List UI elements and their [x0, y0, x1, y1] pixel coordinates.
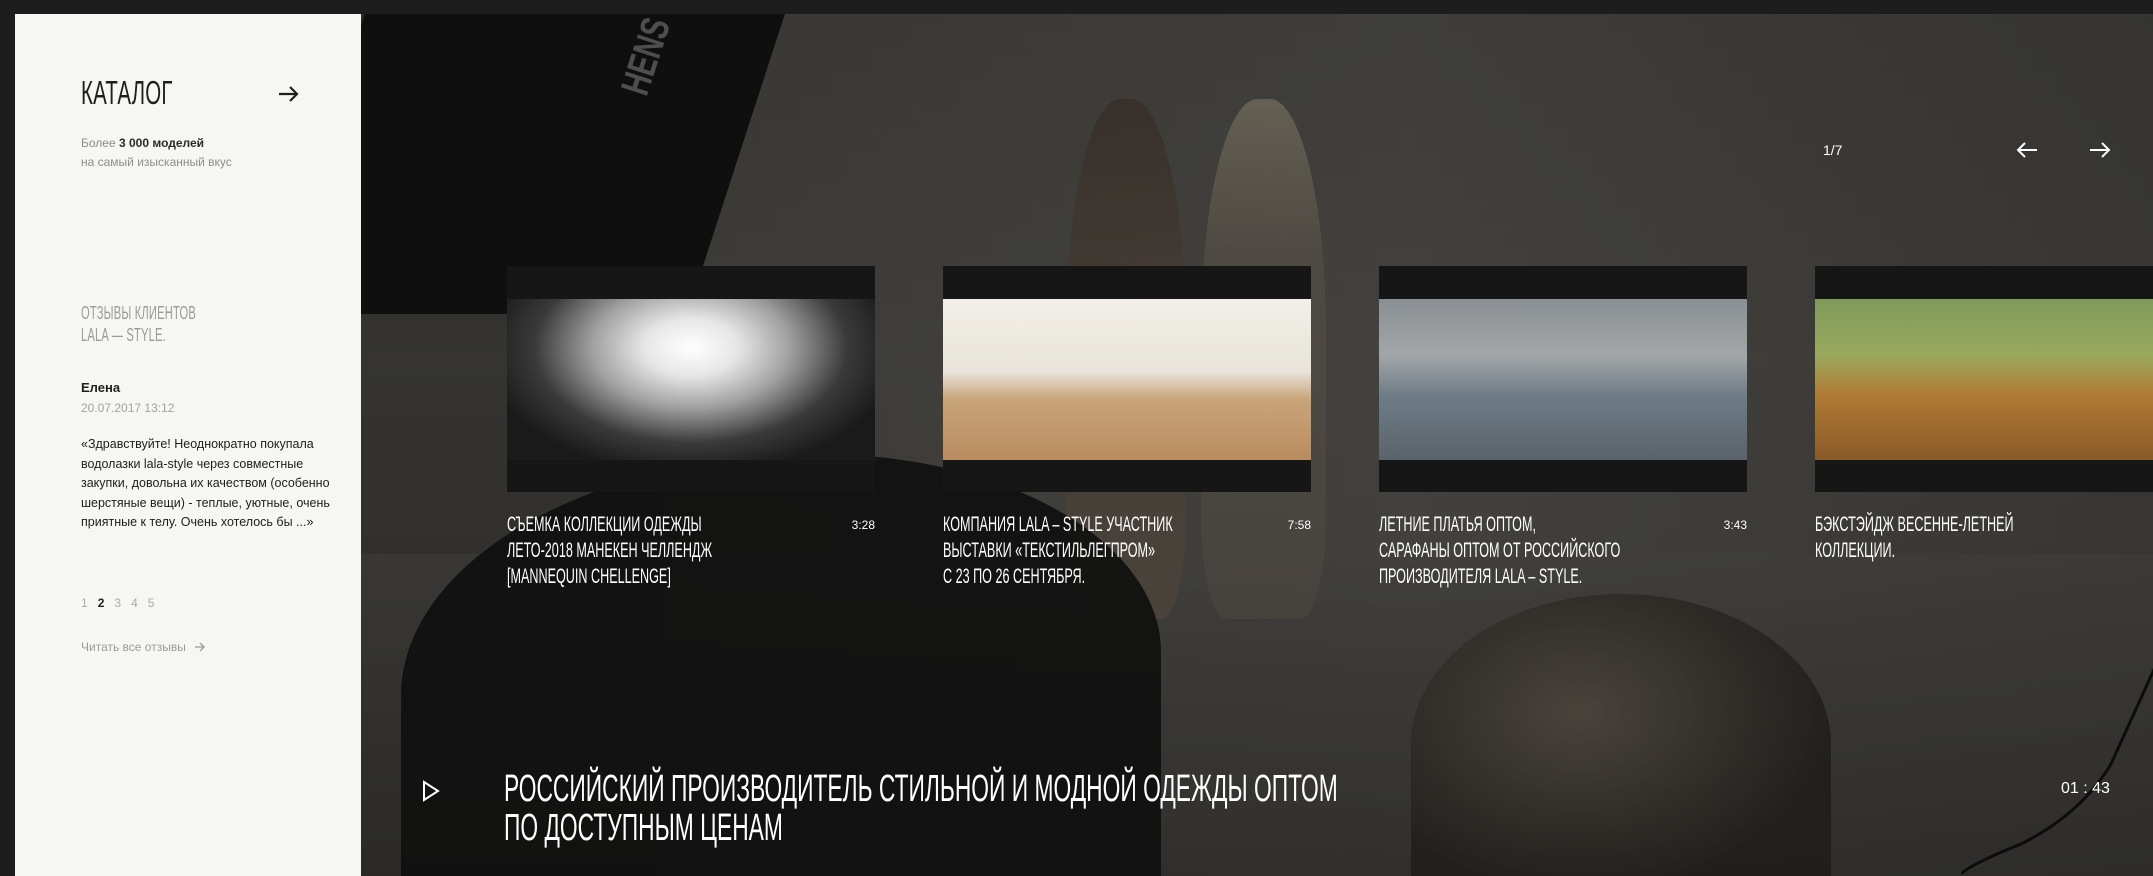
page-link[interactable]: 1 [81, 596, 88, 610]
video-title[interactable]: БЭКСТЭЙДЖ ВЕСЕННЕ-ЛЕТНЕЙ КОЛЛЕКЦИИ. [1815, 512, 2127, 564]
catalog-prefix: Более [81, 136, 116, 150]
catalog-count: 3 000 моделей [118, 136, 205, 150]
video-duration: 3:43 [1723, 518, 1747, 532]
catalog-title[interactable]: КАТАЛОГ [81, 74, 173, 112]
arrow-right-icon [194, 642, 205, 652]
video-card[interactable]: КОМПАНИЯ LALA – STYLE УЧАСТНИК ВЫСТАВКИ … [943, 266, 1311, 588]
slide-counter: 1/7 [1823, 142, 1843, 158]
catalog-tagline: на самый изысканный вкус [81, 155, 232, 169]
reviews-heading-line1: ОТЗЫВЫ КЛИЕНТОВ [81, 303, 197, 323]
video-card[interactable]: ЛЕТНИЕ ПЛАТЬЯ ОПТОМ, САРАФАНЫ ОПТОМ ОТ Р… [1379, 266, 1747, 588]
video-duration: 3:28 [851, 518, 875, 532]
video-title[interactable]: СЪЕМКА КОЛЛЕКЦИИ ОДЕЖДЫ ЛЕТО-2018 МАНЕКЕ… [507, 512, 819, 590]
video-thumbnail[interactable] [1379, 266, 1747, 492]
video-time: 01 : 43 [2061, 780, 2110, 797]
video-thumbnail[interactable] [943, 266, 1311, 492]
video-title[interactable]: ЛЕТНИЕ ПЛАТЬЯ ОПТОМ, САРАФАНЫ ОПТОМ ОТ Р… [1379, 512, 1691, 590]
page-link-active[interactable]: 2 [98, 596, 105, 610]
video-card[interactable]: СЪЕМКА КОЛЛЕКЦИИ ОДЕЖДЫ ЛЕТО-2018 МАНЕКЕ… [507, 266, 875, 588]
thumbnail-image [1379, 299, 1747, 460]
play-icon[interactable] [421, 779, 441, 803]
sidebar: КАТАЛОГ Более 3 000 моделей на самый изы… [15, 14, 361, 876]
review-pagination: 1 2 3 4 5 [81, 596, 154, 610]
thumbnail-image [943, 299, 1311, 460]
review-date: 20.07.2017 13:12 [81, 401, 175, 415]
page-link[interactable]: 5 [148, 596, 155, 610]
page-link[interactable]: 4 [131, 596, 138, 610]
reviews-heading-line2: LALA — STYLE. [81, 325, 166, 345]
video-card[interactable]: БЭКСТЭЙДЖ ВЕСЕННЕ-ЛЕТНЕЙ КОЛЛЕКЦИИ. [1815, 266, 2153, 562]
thumbnail-image [507, 299, 875, 460]
catalog-subtitle: Более 3 000 моделей на самый изысканный … [81, 134, 232, 172]
video-thumbnail[interactable] [507, 266, 875, 492]
reviews-heading: ОТЗЫВЫ КЛИЕНТОВ LALA — STYLE. [81, 302, 196, 346]
video-thumbnail[interactable] [1815, 266, 2153, 492]
review-author: Елена [81, 380, 121, 395]
arrow-right-icon[interactable] [275, 80, 303, 108]
all-reviews-link[interactable]: Читать все отзывы [81, 640, 206, 654]
arrow-right-icon[interactable] [2086, 138, 2114, 162]
all-reviews-label: Читать все отзывы [81, 640, 186, 654]
hero-title: РОССИЙСКИЙ ПРОИЗВОДИТЕЛЬ СТИЛЬНОЙ И МОДН… [504, 768, 1338, 849]
page-link[interactable]: 3 [114, 596, 121, 610]
thumbnail-image [1815, 299, 2153, 460]
video-title[interactable]: КОМПАНИЯ LALA – STYLE УЧАСТНИК ВЫСТАВКИ … [943, 512, 1255, 590]
hero-video[interactable]: HENS 1/7 СЪЕМКА КОЛЛЕКЦИИ ОДЕЖДЫ ЛЕТО-20… [361, 14, 2153, 876]
video-duration: 7:58 [1287, 518, 1311, 532]
arrow-left-icon[interactable] [2013, 138, 2041, 162]
review-text: «Здравствуйте! Неоднократно покупала вод… [81, 437, 330, 529]
